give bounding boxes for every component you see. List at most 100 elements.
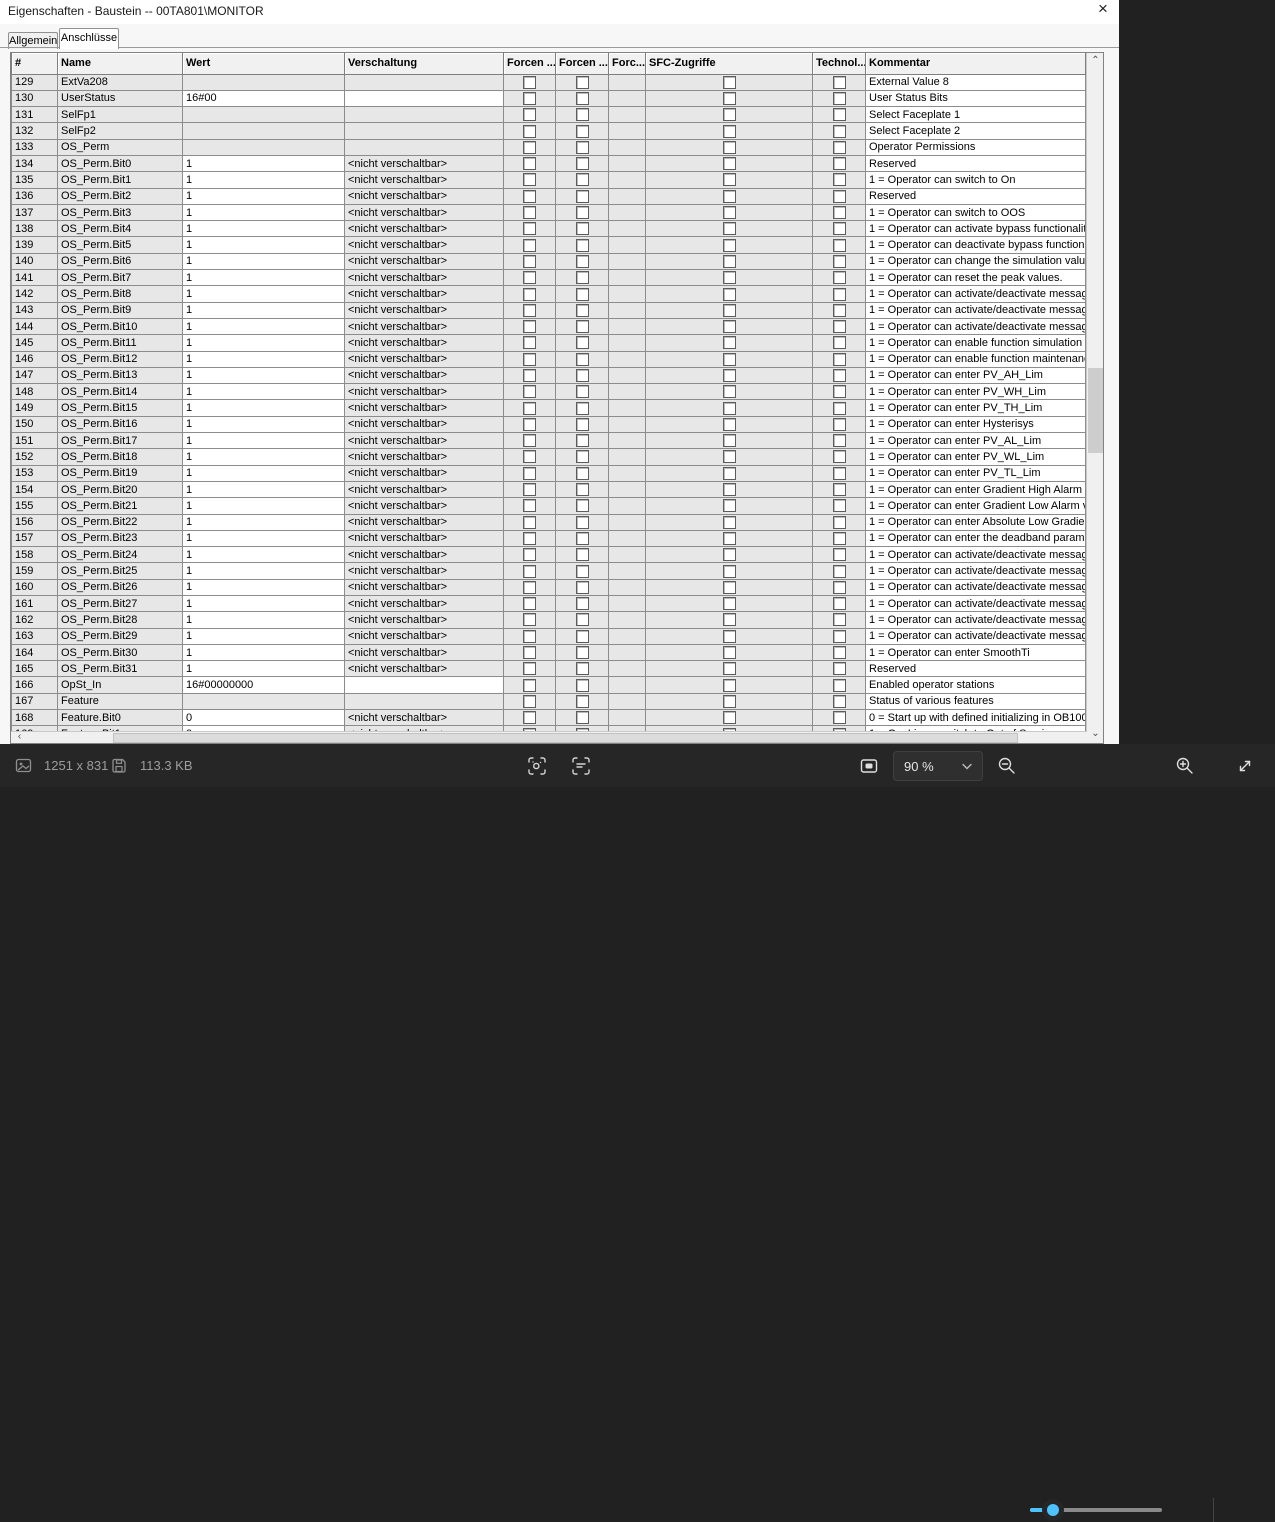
technol-checkbox[interactable] — [832, 548, 846, 562]
wert-cell[interactable]: 1 — [182, 383, 345, 401]
sfc-zugriff-checkbox[interactable] — [722, 417, 736, 431]
forcen2-checkbox[interactable] — [575, 75, 589, 89]
forcen1-checkbox[interactable] — [523, 629, 536, 643]
col-header-kommentar[interactable]: Kommentar — [865, 53, 1086, 75]
table-row[interactable]: 146 OS_Perm.Bit12 1 <nicht verschaltbar> 1 =… — [11, 350, 1086, 368]
sfc-zugriff-checkbox[interactable] — [722, 434, 736, 448]
table-row[interactable]: 167 Feature Status of various features — [11, 692, 1086, 711]
zoom-level-dropdown[interactable]: 90 % — [893, 751, 983, 781]
sfc-zugriff-checkbox[interactable] — [722, 580, 736, 594]
forcen2-checkbox[interactable] — [575, 401, 589, 415]
forcen2-checkbox[interactable] — [575, 385, 589, 399]
forcen2-checkbox[interactable] — [575, 254, 589, 268]
wert-cell[interactable]: 1 — [182, 171, 345, 189]
table-row[interactable]: 161 OS_Perm.Bit27 1 <nicht verschaltbar> 1 =… — [11, 594, 1086, 613]
wert-cell[interactable]: 1 — [182, 252, 345, 271]
technol-checkbox[interactable] — [832, 206, 846, 220]
scroll-left-arrow-icon[interactable]: ‹ — [11, 732, 28, 743]
forcen2-checkbox[interactable] — [575, 320, 589, 334]
forcen1-checkbox[interactable] — [523, 336, 536, 350]
forcen2-checkbox[interactable] — [575, 157, 589, 171]
table-row[interactable]: 156 OS_Perm.Bit22 1 <nicht verschaltbar> 1 =… — [11, 513, 1086, 531]
wert-cell[interactable]: 16#00 — [182, 89, 345, 108]
scroll-down-arrow-icon[interactable]: ⌄ — [1087, 726, 1103, 743]
forcen2-checkbox[interactable] — [575, 91, 589, 105]
forcen2-checkbox[interactable] — [575, 417, 589, 431]
wert-cell[interactable]: 1 — [182, 285, 345, 303]
wert-cell[interactable]: 1 — [182, 415, 345, 434]
forcen1-checkbox[interactable] — [523, 694, 536, 708]
verschaltung-cell[interactable] — [344, 89, 504, 108]
sfc-zugriff-checkbox[interactable] — [722, 711, 736, 725]
forcen1-checkbox[interactable] — [523, 564, 536, 578]
forcen1-checkbox[interactable] — [523, 303, 536, 317]
forcen1-checkbox[interactable] — [523, 75, 536, 89]
forcen2-checkbox[interactable] — [575, 483, 589, 497]
technol-checkbox[interactable] — [832, 531, 846, 545]
forcen1-checkbox[interactable] — [523, 157, 536, 171]
forcen2-checkbox[interactable] — [575, 352, 589, 366]
sfc-zugriff-checkbox[interactable] — [722, 140, 736, 154]
technol-checkbox[interactable] — [832, 385, 846, 399]
technol-checkbox[interactable] — [832, 222, 846, 236]
sfc-zugriff-checkbox[interactable] — [722, 678, 736, 692]
technol-checkbox[interactable] — [832, 694, 846, 708]
sfc-zugriff-checkbox[interactable] — [722, 450, 736, 464]
table-row[interactable]: 145 OS_Perm.Bit11 1 <nicht verschaltbar> 1 =… — [11, 334, 1086, 352]
sfc-zugriff-checkbox[interactable] — [722, 401, 736, 415]
vertical-scroll-thumb[interactable] — [1088, 368, 1103, 453]
forcen2-checkbox[interactable] — [575, 206, 589, 220]
technol-checkbox[interactable] — [832, 678, 846, 692]
forcen1-checkbox[interactable] — [523, 108, 536, 122]
sfc-zugriff-checkbox[interactable] — [722, 385, 736, 399]
technol-checkbox[interactable] — [832, 271, 846, 285]
col-header-forcen2[interactable]: Forcen ... — [555, 53, 609, 75]
sfc-zugriff-checkbox[interactable] — [722, 646, 736, 660]
forcen2-checkbox[interactable] — [575, 336, 589, 350]
technol-checkbox[interactable] — [832, 613, 846, 627]
technol-checkbox[interactable] — [832, 75, 846, 89]
table-row[interactable]: 136 OS_Perm.Bit2 1 <nicht verschaltbar> Rese… — [11, 187, 1086, 205]
table-row[interactable]: 132 SelFp2 Select Faceplate 2 — [11, 122, 1086, 140]
col-header-forc[interactable]: Forc... — [608, 53, 646, 75]
wert-cell[interactable]: 1 — [182, 448, 345, 466]
forcen1-checkbox[interactable] — [523, 385, 536, 399]
forcen1-checkbox[interactable] — [523, 287, 536, 301]
sfc-zugriff-checkbox[interactable] — [722, 173, 736, 187]
wert-cell[interactable]: 1 — [182, 203, 345, 222]
technol-checkbox[interactable] — [832, 352, 846, 366]
wert-cell[interactable]: 1 — [182, 334, 345, 352]
sfc-zugriff-checkbox[interactable] — [722, 303, 736, 317]
text-actions-button[interactable] — [570, 744, 592, 787]
forcen1-checkbox[interactable] — [523, 597, 536, 611]
sfc-zugriff-checkbox[interactable] — [722, 254, 736, 268]
sfc-zugriff-checkbox[interactable] — [722, 287, 736, 301]
wert-cell[interactable]: 1 — [182, 301, 345, 319]
table-row[interactable]: 155 OS_Perm.Bit21 1 <nicht verschaltbar> 1 =… — [11, 497, 1086, 515]
technol-checkbox[interactable] — [832, 646, 846, 660]
sfc-zugriff-checkbox[interactable] — [722, 597, 736, 611]
vertical-scrollbar[interactable]: ⌃ ⌄ — [1086, 53, 1103, 743]
wert-cell[interactable]: 1 — [182, 513, 345, 531]
technol-checkbox[interactable] — [832, 483, 846, 497]
col-header-wert[interactable]: Wert — [182, 53, 345, 75]
forcen2-checkbox[interactable] — [575, 140, 589, 154]
forcen1-checkbox[interactable] — [523, 711, 536, 725]
forcen1-checkbox[interactable] — [523, 401, 536, 415]
wert-cell[interactable]: 1 — [182, 154, 345, 173]
wert-cell[interactable]: 1 — [182, 236, 345, 254]
table-row[interactable]: 164 OS_Perm.Bit30 1 <nicht verschaltbar> 1 =… — [11, 643, 1086, 662]
forcen2-checkbox[interactable] — [575, 108, 589, 122]
zoom-out-button[interactable] — [995, 744, 1017, 787]
technol-checkbox[interactable] — [832, 711, 846, 725]
sfc-zugriff-checkbox[interactable] — [722, 238, 736, 252]
forcen2-checkbox[interactable] — [575, 515, 589, 529]
sfc-zugriff-checkbox[interactable] — [722, 531, 736, 545]
table-row[interactable]: 141 OS_Perm.Bit7 1 <nicht verschaltbar> 1 = … — [11, 269, 1086, 287]
technol-checkbox[interactable] — [832, 434, 846, 448]
forcen2-checkbox[interactable] — [575, 466, 589, 480]
table-row[interactable]: 139 OS_Perm.Bit5 1 <nicht verschaltbar> 1 = … — [11, 236, 1086, 254]
verschaltung-cell[interactable] — [344, 676, 504, 694]
forcen2-checkbox[interactable] — [575, 646, 589, 660]
table-row[interactable]: 135 OS_Perm.Bit1 1 <nicht verschaltbar> 1 = … — [11, 171, 1086, 189]
